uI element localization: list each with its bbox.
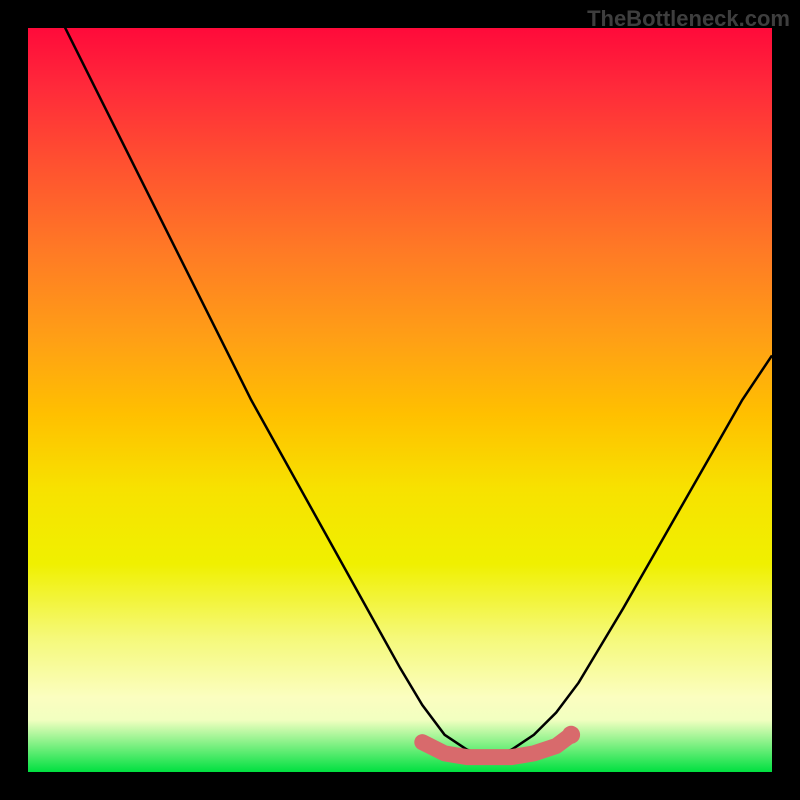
bottom-marker <box>422 735 571 757</box>
chart-container: TheBottleneck.com <box>0 0 800 800</box>
curve-left <box>58 13 490 757</box>
curve-right <box>489 355 772 757</box>
curve-layer <box>28 28 772 772</box>
bottom-marker-end-dot <box>562 726 580 744</box>
plot-area <box>28 28 772 772</box>
